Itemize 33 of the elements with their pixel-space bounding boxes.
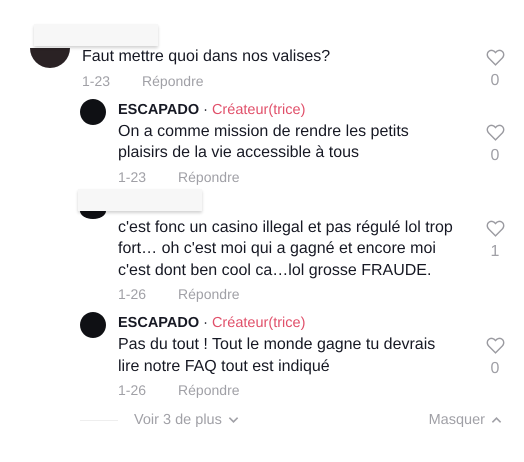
- avatar[interactable]: [80, 312, 106, 338]
- separator-dot: ·: [203, 102, 208, 118]
- separator-dot: ·: [203, 315, 208, 331]
- like-count: 0: [490, 360, 500, 378]
- like-count: 0: [490, 146, 500, 164]
- comment-date: 1-23: [82, 72, 110, 88]
- heart-icon[interactable]: [486, 49, 504, 66]
- comment-text: c'est fonc un casino illegal et pas régulé lol trop fort… oh c'est moi qui a gagné et encore moi c'est dont ben cool ca…lol grosse FRAUDE.: [118, 218, 454, 280]
- author-name[interactable]: ESCAPADO: [118, 102, 200, 118]
- author-name[interactable]: ESCAPADO: [118, 315, 200, 331]
- like-count: 1: [490, 242, 500, 260]
- comment-text: Faut mettre quoi dans nos valises?: [82, 47, 332, 67]
- heart-icon[interactable]: [486, 124, 504, 140]
- reply-link[interactable]: Répondre: [178, 286, 240, 302]
- chevron-down-icon: [228, 416, 239, 424]
- hide-link[interactable]: Masquer: [428, 412, 502, 428]
- chevron-up-icon: [491, 416, 502, 424]
- comment-date: 1-26: [118, 382, 146, 398]
- heart-icon[interactable]: [486, 220, 504, 236]
- reply-link[interactable]: Répondre: [178, 382, 240, 398]
- comment-text: On a comme mission de rendre les petits plaisirs de la vie accessible à tous: [118, 122, 410, 163]
- avatar[interactable]: [30, 48, 70, 68]
- reply-link[interactable]: Répondre: [178, 168, 240, 184]
- creator-label: Créateur(trice): [212, 315, 306, 331]
- reply-link[interactable]: Répondre: [142, 72, 204, 88]
- comment-date: 1-23: [118, 168, 146, 184]
- like-count: 0: [490, 72, 500, 90]
- avatar[interactable]: [80, 98, 106, 124]
- creator-label: Créateur(trice): [212, 102, 306, 118]
- heart-icon[interactable]: [486, 337, 504, 354]
- view-more-link[interactable]: Voir 3 de plus: [134, 412, 239, 428]
- comment-date: 1-26: [118, 286, 146, 302]
- comment-text: Pas du tout ! Tout le monde gagne tu devrais lire notre FAQ tout est indiqué: [118, 335, 436, 376]
